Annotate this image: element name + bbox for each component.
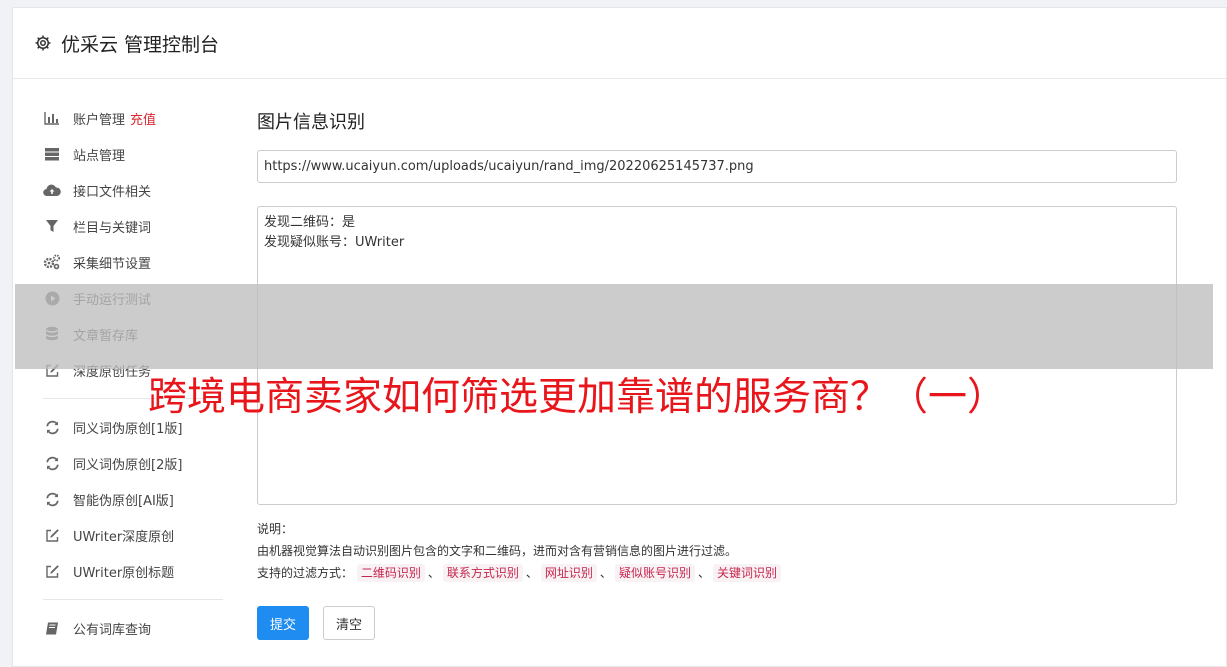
sidebar-item-label: 智能伪原创[AI版] <box>73 493 174 509</box>
sidebar-divider <box>43 599 223 600</box>
sidebar-item[interactable]: UWriter原创标题 <box>43 553 223 589</box>
refresh-icon <box>43 418 61 436</box>
sidebar-item-label: 同义词伪原创[2版] <box>73 457 183 473</box>
form-actions: 提交 清空 <box>257 606 1177 640</box>
filter-separator: 、 <box>427 566 440 580</box>
sidebar-item-label: 公有词库查询 <box>73 622 152 638</box>
overlay-band <box>15 284 1213 369</box>
result-line: 发现疑似账号：UWriter <box>264 235 405 250</box>
sidebar-item[interactable]: 栏目与关键词 <box>43 208 223 244</box>
sidebar-item-label: 站点管理 <box>73 148 126 164</box>
filter-tag: 疑似账号识别 <box>614 564 695 582</box>
server-icon <box>43 145 61 163</box>
cloud-upload-icon <box>43 181 61 199</box>
edit-icon <box>43 562 61 580</box>
filter-separator: 、 <box>697 566 710 580</box>
section-title: 图片信息识别 <box>257 112 365 133</box>
sidebar-item[interactable]: 账户管理 充值 <box>43 100 223 136</box>
refresh-icon <box>43 490 61 508</box>
help-description: 由机器视觉算法自动识别图片包含的文字和二维码，进而对含有营销信息的图片进行过滤。 <box>257 544 738 558</box>
sidebar-item[interactable]: 采集细节设置 <box>43 244 223 280</box>
filter-icon <box>43 217 61 235</box>
filter-separator: 、 <box>599 566 612 580</box>
submit-button[interactable]: 提交 <box>257 606 310 640</box>
sidebar-item-label: 接口文件相关 <box>73 184 152 200</box>
filter-separator: 、 <box>525 566 538 580</box>
sidebar-item-label: UWriter原创标题 <box>73 565 175 581</box>
sidebar-item-label: UWriter深度原创 <box>73 529 175 545</box>
edit-icon <box>43 526 61 544</box>
filter-tag: 网址识别 <box>540 564 597 582</box>
recharge-link[interactable]: 充值 <box>130 109 156 128</box>
sidebar-item-label: 账户管理 <box>73 112 126 128</box>
sidebar-item-label: 栏目与关键词 <box>73 220 152 236</box>
page-title: 优采云 管理控制台 <box>61 33 220 56</box>
sidebar-item[interactable]: 智能伪原创[AI版] <box>43 481 223 517</box>
sidebar-item-label: 采集细节设置 <box>73 256 152 272</box>
sidebar-item[interactable]: 公有词库查询 <box>43 610 223 646</box>
bar-chart-icon <box>43 109 61 127</box>
filter-tag: 联系方式识别 <box>442 564 523 582</box>
sidebar-item[interactable]: 站点管理 <box>43 136 223 172</box>
gears-icon <box>43 253 61 271</box>
overlay-headline: 跨境电商卖家如何筛选更加靠谱的服务商？（一） <box>148 375 1007 420</box>
header: 优采云 管理控制台 <box>13 8 1226 79</box>
filter-methods: 支持的过滤方式： 二维码识别、联系方式识别、网址识别、疑似账号识别、关键词识别 <box>257 562 1177 584</box>
book-icon <box>43 619 61 637</box>
result-line: 发现二维码：是 <box>264 215 356 230</box>
filter-tag: 关键词识别 <box>712 564 781 582</box>
sidebar-item[interactable]: 接口文件相关 <box>43 172 223 208</box>
gear-icon <box>33 33 53 53</box>
filters-label: 支持的过滤方式： <box>257 566 354 580</box>
filter-tag: 二维码识别 <box>356 564 425 582</box>
clear-button[interactable]: 清空 <box>323 606 376 640</box>
refresh-icon <box>43 454 61 472</box>
sidebar-item[interactable]: 同义词伪原创[2版] <box>43 445 223 481</box>
image-url-input[interactable] <box>257 150 1177 183</box>
sidebar-item[interactable]: UWriter深度原创 <box>43 517 223 553</box>
help-section: 说明： 由机器视觉算法自动识别图片包含的文字和二维码，进而对含有营销信息的图片进… <box>257 518 1177 584</box>
help-label: 说明： <box>257 522 294 536</box>
